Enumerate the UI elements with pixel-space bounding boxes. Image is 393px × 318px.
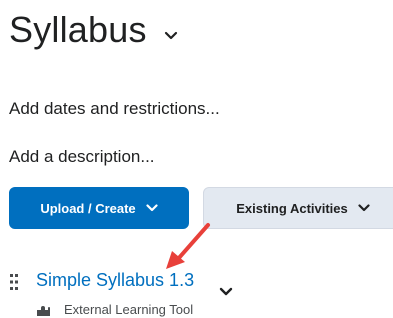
content-item-title-link[interactable]: Simple Syllabus 1.3: [36, 268, 194, 292]
upload-create-label: Upload / Create: [40, 200, 136, 216]
chevron-down-icon: [358, 204, 370, 212]
add-description-link[interactable]: Add a description...: [9, 146, 155, 168]
content-page: Syllabus Add dates and restrictions... A…: [0, 0, 393, 318]
annotation-arrow: [166, 223, 210, 269]
content-item-type: External Learning Tool: [64, 302, 194, 317]
drag-handle-icon[interactable]: [9, 273, 19, 291]
upload-create-button[interactable]: Upload / Create: [9, 187, 189, 229]
add-dates-restrictions-link[interactable]: Add dates and restrictions...: [9, 98, 220, 120]
existing-activities-label: Existing Activities: [236, 200, 348, 216]
chevron-down-icon[interactable]: [218, 286, 234, 298]
existing-activities-button[interactable]: Existing Activities: [203, 187, 393, 229]
title-row: Syllabus: [9, 6, 179, 54]
chevron-down-icon: [146, 204, 158, 212]
puzzle-icon: [36, 304, 52, 316]
page-title: Syllabus: [9, 9, 147, 50]
chevron-down-icon[interactable]: [163, 28, 179, 44]
